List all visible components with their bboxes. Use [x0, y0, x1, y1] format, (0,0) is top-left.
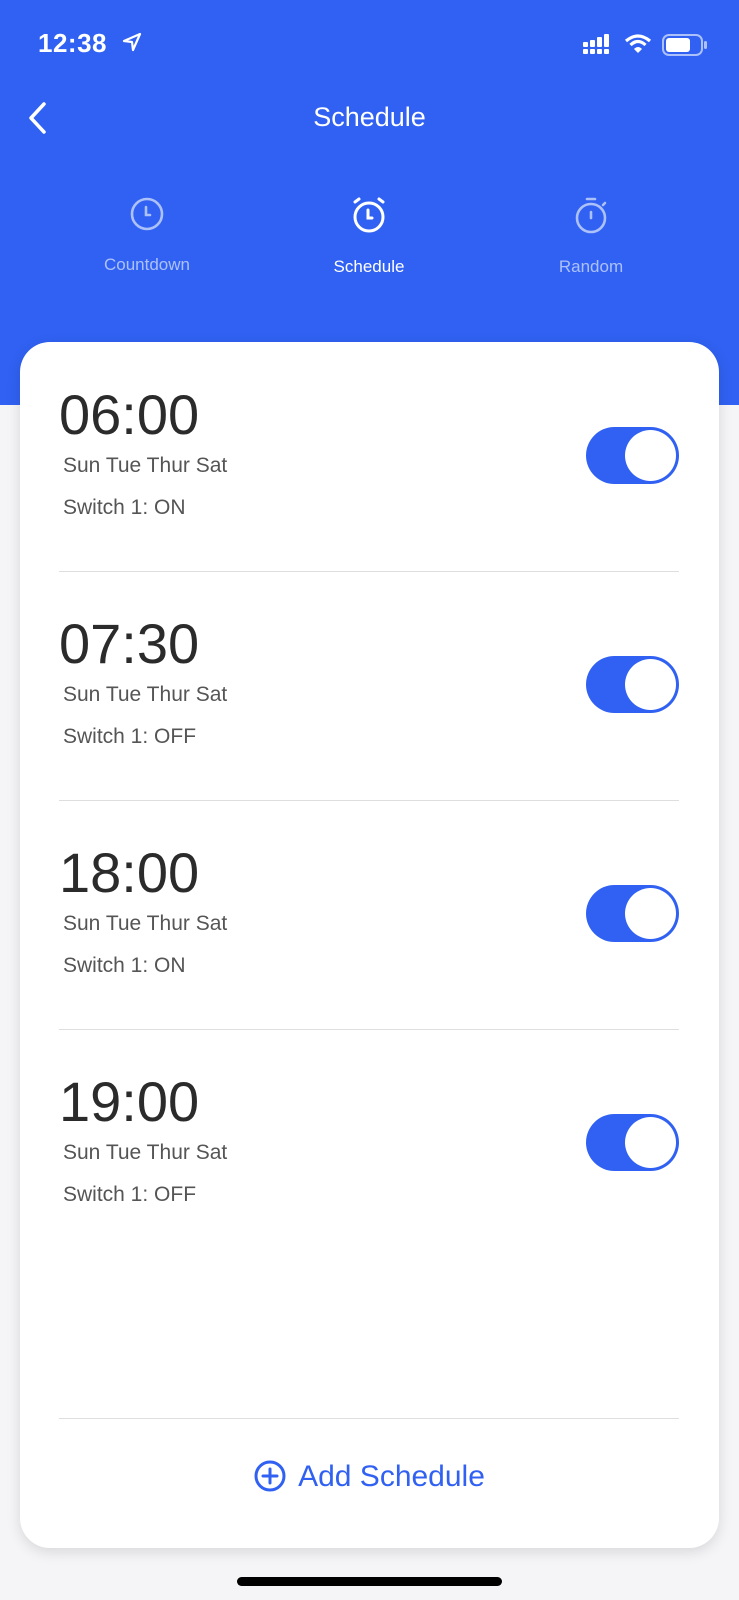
wifi-icon [624, 34, 652, 53]
schedule-row[interactable]: 19:00 Sun Tue Thur Sat Switch 1: OFF [59, 1029, 679, 1258]
tab-schedule[interactable]: Schedule [279, 196, 459, 277]
plus-circle-icon [254, 1460, 286, 1492]
status-time: 12:38 [38, 28, 107, 58]
add-schedule-label: Add Schedule [298, 1460, 485, 1493]
add-schedule-button[interactable]: Add Schedule [20, 1460, 719, 1494]
battery-icon [662, 34, 707, 56]
schedule-days: Sun Tue Thur Sat [63, 683, 228, 706]
schedule-toggle[interactable] [586, 1114, 679, 1171]
schedule-toggle[interactable] [586, 427, 679, 484]
schedule-days: Sun Tue Thur Sat [63, 454, 228, 477]
schedule-toggle[interactable] [586, 656, 679, 713]
cellular-signal-icon [583, 34, 609, 54]
schedule-action: Switch 1: ON [63, 954, 186, 977]
divider [59, 1418, 679, 1419]
tab-label: Schedule [333, 257, 405, 276]
schedule-toggle[interactable] [586, 885, 679, 942]
schedule-days: Sun Tue Thur Sat [63, 912, 228, 935]
stopwatch-icon [575, 197, 607, 234]
schedule-action: Switch 1: ON [63, 496, 186, 519]
tab-label: Random [558, 257, 624, 276]
schedule-action: Switch 1: OFF [63, 1183, 197, 1206]
schedule-time: 07:30 [59, 612, 200, 675]
schedule-time: 06:00 [59, 383, 200, 446]
alarm-clock-icon [353, 197, 385, 233]
clock-icon [130, 197, 164, 231]
schedule-time: 18:00 [59, 841, 200, 904]
schedule-time: 19:00 [59, 1070, 200, 1133]
schedule-action: Switch 1: OFF [63, 725, 197, 748]
location-arrow-icon [122, 32, 142, 52]
page-title: Schedule [313, 102, 426, 132]
schedule-row[interactable]: 06:00 Sun Tue Thur Sat Switch 1: ON [59, 342, 679, 572]
schedule-days: Sun Tue Thur Sat [63, 1141, 228, 1164]
home-indicator[interactable] [237, 1577, 502, 1586]
schedule-row[interactable]: 18:00 Sun Tue Thur Sat Switch 1: ON [59, 800, 679, 1030]
tab-countdown[interactable]: Countdown [57, 196, 237, 275]
tab-random[interactable]: Random [501, 196, 681, 277]
schedule-card: 06:00 Sun Tue Thur Sat Switch 1: ON 07:3… [20, 342, 719, 1548]
schedule-row[interactable]: 07:30 Sun Tue Thur Sat Switch 1: OFF [59, 571, 679, 801]
tab-label: Countdown [103, 255, 190, 274]
